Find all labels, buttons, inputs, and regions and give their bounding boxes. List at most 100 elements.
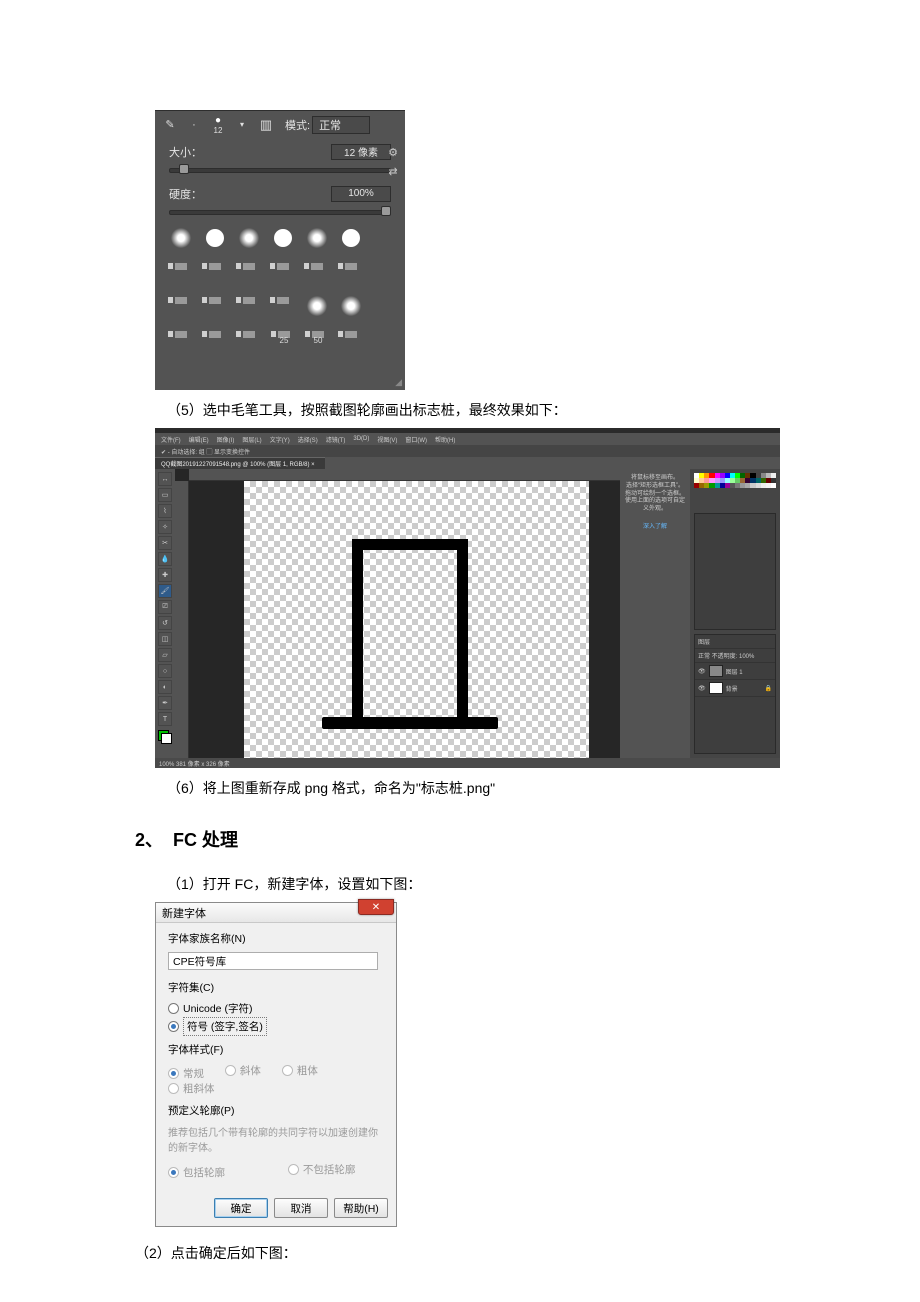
brush-preset[interactable] xyxy=(235,328,263,340)
ok-button[interactable]: 确定 xyxy=(214,1198,268,1218)
hardness-label: 硬度： xyxy=(169,186,202,202)
lock-icon: 🔒 xyxy=(765,685,772,692)
style-italic-option: 斜体 xyxy=(225,1063,261,1078)
gradient-tool-icon[interactable]: ▱ xyxy=(158,648,172,662)
outline-exclude-option: 不包括轮廓 xyxy=(288,1162,356,1177)
menu-item[interactable]: 编辑(E) xyxy=(189,435,209,444)
menu-item[interactable]: 滤镜(T) xyxy=(326,435,346,444)
healing-tool-icon[interactable]: ✚ xyxy=(158,568,172,582)
eyedropper-tool-icon[interactable]: 💧 xyxy=(158,552,172,566)
fgbg-color-icon[interactable] xyxy=(158,730,172,744)
document-canvas[interactable] xyxy=(244,481,589,761)
resize-grip-icon[interactable]: ◢ xyxy=(395,377,402,388)
size-value[interactable]: 12 像素 xyxy=(331,144,391,160)
menu-item[interactable]: 图层(L) xyxy=(242,435,261,444)
brush-preset[interactable] xyxy=(269,294,297,306)
brush-preset[interactable] xyxy=(303,260,331,272)
menu-item[interactable]: 文件(F) xyxy=(161,435,181,444)
help-button[interactable]: 帮助(H) xyxy=(334,1198,388,1218)
brush-preset[interactable] xyxy=(337,328,365,340)
blur-tool-icon[interactable]: ○ xyxy=(158,664,172,678)
brush-preset[interactable] xyxy=(201,328,229,340)
pen-tool-icon[interactable]: ✒ xyxy=(158,696,172,710)
size-label: 大小： xyxy=(169,144,202,160)
wand-tool-icon[interactable]: ✧ xyxy=(158,520,172,534)
close-button[interactable]: ✕ xyxy=(358,899,394,915)
chevron-down-icon[interactable]: ▾ xyxy=(231,114,253,136)
brush-preset[interactable]: 25 xyxy=(269,328,299,358)
ruler-horizontal xyxy=(189,469,620,481)
radio-icon xyxy=(168,1083,179,1094)
brush-preset[interactable] xyxy=(303,294,331,318)
menu-item[interactable]: 文字(Y) xyxy=(270,435,290,444)
stamp-tool-icon[interactable]: ⎚ xyxy=(158,600,172,614)
dodge-tool-icon[interactable]: ◐ xyxy=(158,680,172,694)
lasso-tool-icon[interactable]: ⌇ xyxy=(158,504,172,518)
brush-preview-icon[interactable]: ● 12 xyxy=(207,114,229,136)
brush-preset-grid: 25 50 xyxy=(163,222,397,362)
eraser-tool-icon[interactable]: ◫ xyxy=(158,632,172,646)
menu-item[interactable]: 帮助(H) xyxy=(435,435,455,444)
style-bold-option: 粗体 xyxy=(282,1063,318,1078)
document-tab[interactable]: QQ截图20191227091548.png @ 100% (图层 1, RGB… xyxy=(155,457,325,469)
brush-preset[interactable] xyxy=(201,226,229,250)
brush-tool-icon[interactable]: 🖌 xyxy=(158,584,172,598)
cancel-button[interactable]: 取消 xyxy=(274,1198,328,1218)
menu-item[interactable]: 视图(V) xyxy=(377,435,397,444)
mode-select[interactable]: 正常 xyxy=(312,116,370,134)
charset-unicode-option[interactable]: Unicode (字符) xyxy=(168,1001,252,1016)
heading-2: 2、 FC 处理 xyxy=(135,826,765,852)
radio-icon xyxy=(168,1167,179,1178)
brush-preset[interactable] xyxy=(167,226,195,250)
move-tool-icon[interactable]: ↔ xyxy=(158,472,172,486)
layers-panel: 图层 正常 不透明度: 100% 👁 图层 1 👁 背景 🔒 xyxy=(694,634,776,754)
layers-controls[interactable]: 正常 不透明度: 100% xyxy=(695,649,775,663)
crop-tool-icon[interactable]: ✂ xyxy=(158,536,172,550)
history-brush-icon[interactable]: ↺ xyxy=(158,616,172,630)
color-swatches[interactable] xyxy=(694,473,776,507)
menu-item[interactable]: 3D(D) xyxy=(353,436,369,442)
options-bar: ✔ - 自动选择: 组 ▢ 显示变换控件 xyxy=(155,445,780,457)
brush-preset[interactable] xyxy=(167,260,195,272)
swap-icon[interactable]: ⇄ xyxy=(388,165,397,178)
gear-icon[interactable]: ⚙ xyxy=(388,146,398,159)
brush-preset[interactable]: 50 xyxy=(303,328,333,358)
tool-preset-icon[interactable]: ✎ xyxy=(159,114,181,136)
brush-preset[interactable] xyxy=(337,294,365,318)
brush-preset[interactable] xyxy=(337,260,365,272)
brush-preset[interactable] xyxy=(337,226,365,250)
brush-preset[interactable] xyxy=(235,226,263,250)
divider: · xyxy=(183,114,205,136)
outline-label: 预定义轮廓(P) xyxy=(168,1103,384,1118)
style-regular-option: 常规 xyxy=(168,1066,204,1081)
mode-label: 模式: xyxy=(285,117,310,133)
brush-preset[interactable] xyxy=(201,294,229,306)
eye-icon[interactable]: 👁 xyxy=(698,685,706,692)
radio-icon xyxy=(168,1068,179,1079)
brush-preset[interactable] xyxy=(269,260,297,272)
marquee-tool-icon[interactable]: ▭ xyxy=(158,488,172,502)
menu-item[interactable]: 图像(I) xyxy=(217,435,235,444)
brush-preset[interactable] xyxy=(303,226,331,250)
menu-item[interactable]: 选择(S) xyxy=(298,435,318,444)
adjustments-panel xyxy=(694,513,776,630)
layer-row[interactable]: 👁 图层 1 xyxy=(695,663,775,680)
brush-preset[interactable] xyxy=(167,294,195,306)
family-name-input[interactable]: CPE符号库 xyxy=(168,952,378,970)
menu-item[interactable]: 窗口(W) xyxy=(405,435,427,444)
type-tool-icon[interactable]: T xyxy=(158,712,172,726)
size-slider[interactable] xyxy=(169,164,391,174)
brush-preset[interactable] xyxy=(201,260,229,272)
brush-preset[interactable] xyxy=(235,294,263,306)
layer-row[interactable]: 👁 背景 🔒 xyxy=(695,680,775,697)
brush-preset[interactable] xyxy=(167,328,195,340)
hardness-value[interactable]: 100% xyxy=(331,186,391,202)
brush-preset[interactable] xyxy=(235,260,263,272)
brush-preset[interactable] xyxy=(269,226,297,250)
hardness-slider[interactable] xyxy=(169,206,391,216)
menubar: 文件(F) 编辑(E) 图像(I) 图层(L) 文字(Y) 选择(S) 滤镜(T… xyxy=(155,433,780,445)
brush-panel-toggle-icon[interactable]: ▥ xyxy=(255,114,277,136)
charset-symbol-option[interactable]: 符号 (签字,签名) xyxy=(168,1017,267,1036)
layers-tab[interactable]: 图层 xyxy=(695,635,775,649)
eye-icon[interactable]: 👁 xyxy=(698,668,706,675)
